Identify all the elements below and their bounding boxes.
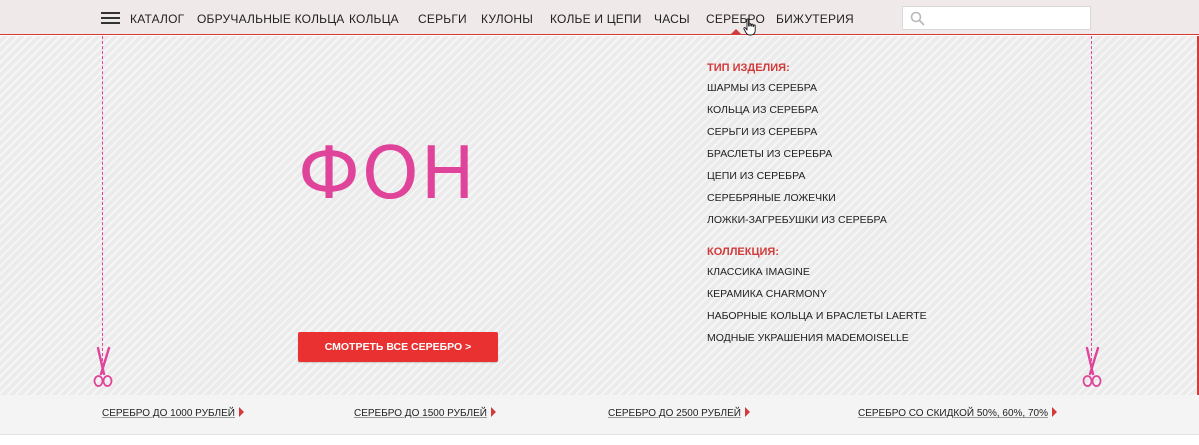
search-input[interactable] — [931, 10, 1086, 26]
hand-cursor-icon — [743, 18, 756, 36]
silver-dropdown-panel: ФОН СМОТРЕТЬ ВСЕ СЕРЕБРО > ТИП ИЗДЕЛИЯ: … — [0, 36, 1199, 395]
nav-item-rings[interactable]: КОЛЬЦА — [349, 12, 399, 26]
nav-item-necklaces[interactable]: КОЛЬЕ И ЦЕПИ — [550, 12, 642, 26]
nav-item-jewelry[interactable]: БИЖУТЕРИЯ — [776, 12, 854, 26]
scissors-icon — [93, 346, 113, 387]
menu-link[interactable]: КОЛЬЦА ИЗ СЕРЕБРА — [707, 104, 818, 116]
scissors-icon — [1082, 346, 1102, 387]
menu-link[interactable]: ЛОЖКИ-ЗАГРЕБУШКИ ИЗ СЕРЕБРА — [707, 214, 887, 226]
arrow-right-icon — [744, 407, 750, 417]
menu-link[interactable]: СЕРЕБРЯНЫЕ ЛОЖЕЧКИ — [707, 192, 836, 204]
search-icon[interactable] — [910, 11, 925, 26]
arrow-right-icon — [238, 407, 244, 417]
price-link[interactable]: СЕРЕБРО ДО 2500 РУБЛЕЙ — [608, 407, 750, 419]
menu-icon[interactable] — [101, 12, 120, 24]
top-nav: КАТАЛОГ ОБРУЧАЛЬНЫЕ КОЛЬЦА КОЛЬЦА СЕРЬГИ… — [0, 0, 1199, 35]
price-link[interactable]: СЕРЕБРО ДО 1500 РУБЛЕЙ — [354, 407, 496, 419]
arrow-right-icon — [1051, 407, 1057, 417]
menu-link[interactable]: КЛАССИКА IMAGINE — [707, 266, 810, 278]
price-link-label: СЕРЕБРО ДО 1500 РУБЛЕЙ — [354, 408, 487, 419]
price-filter-strip: СЕРЕБРО ДО 1000 РУБЛЕЙ СЕРЕБРО ДО 1500 Р… — [0, 395, 1199, 435]
menu-link[interactable]: БРАСЛЕТЫ ИЗ СЕРЕБРА — [707, 148, 832, 160]
type-section-heading: ТИП ИЗДЕЛИЯ: — [707, 62, 790, 74]
nav-item-watches[interactable]: ЧАСЫ — [654, 12, 690, 26]
menu-link[interactable]: ШАРМЫ ИЗ СЕРЕБРА — [707, 82, 817, 94]
collection-section-heading: КОЛЛЕКЦИЯ: — [707, 246, 779, 258]
menu-link[interactable]: КЕРАМИКА CHARMONY — [707, 288, 827, 300]
arrow-right-icon — [490, 407, 496, 417]
menu-link[interactable]: ЦЕПИ ИЗ СЕРЕБРА — [707, 170, 805, 182]
discount-link-label: СЕРЕБРО СО СКИДКОЙ 50%, 60%, 70% — [858, 408, 1048, 419]
left-cut-guide — [102, 36, 103, 361]
menu-link[interactable]: МОДНЫЕ УКРАШЕНИЯ MADEMOISELLE — [707, 332, 909, 344]
view-all-silver-button[interactable]: СМОТРЕТЬ ВСЕ СЕРЕБРО > — [298, 332, 498, 362]
nav-item-earrings[interactable]: СЕРЬГИ — [418, 12, 467, 26]
discount-link[interactable]: СЕРЕБРО СО СКИДКОЙ 50%, 60%, 70% — [858, 407, 1057, 419]
price-link-label: СЕРЕБРО ДО 2500 РУБЛЕЙ — [608, 408, 741, 419]
search-box[interactable] — [902, 6, 1091, 30]
nav-catalog[interactable]: КАТАЛОГ — [130, 12, 184, 26]
nav-item-pendants[interactable]: КУЛОНЫ — [481, 12, 533, 26]
menu-link[interactable]: СЕРЬГИ ИЗ СЕРЕБРА — [707, 126, 817, 138]
menu-link[interactable]: НАБОРНЫЕ КОЛЬЦА И БРАСЛЕТЫ LAERTE — [707, 310, 927, 322]
nav-item-wedding-rings[interactable]: ОБРУЧАЛЬНЫЕ КОЛЬЦА — [197, 12, 345, 26]
background-placeholder-label: ФОН — [298, 131, 477, 215]
price-link-label: СЕРЕБРО ДО 1000 РУБЛЕЙ — [102, 408, 235, 419]
right-cut-guide — [1091, 36, 1092, 361]
price-link[interactable]: СЕРЕБРО ДО 1000 РУБЛЕЙ — [102, 407, 244, 419]
